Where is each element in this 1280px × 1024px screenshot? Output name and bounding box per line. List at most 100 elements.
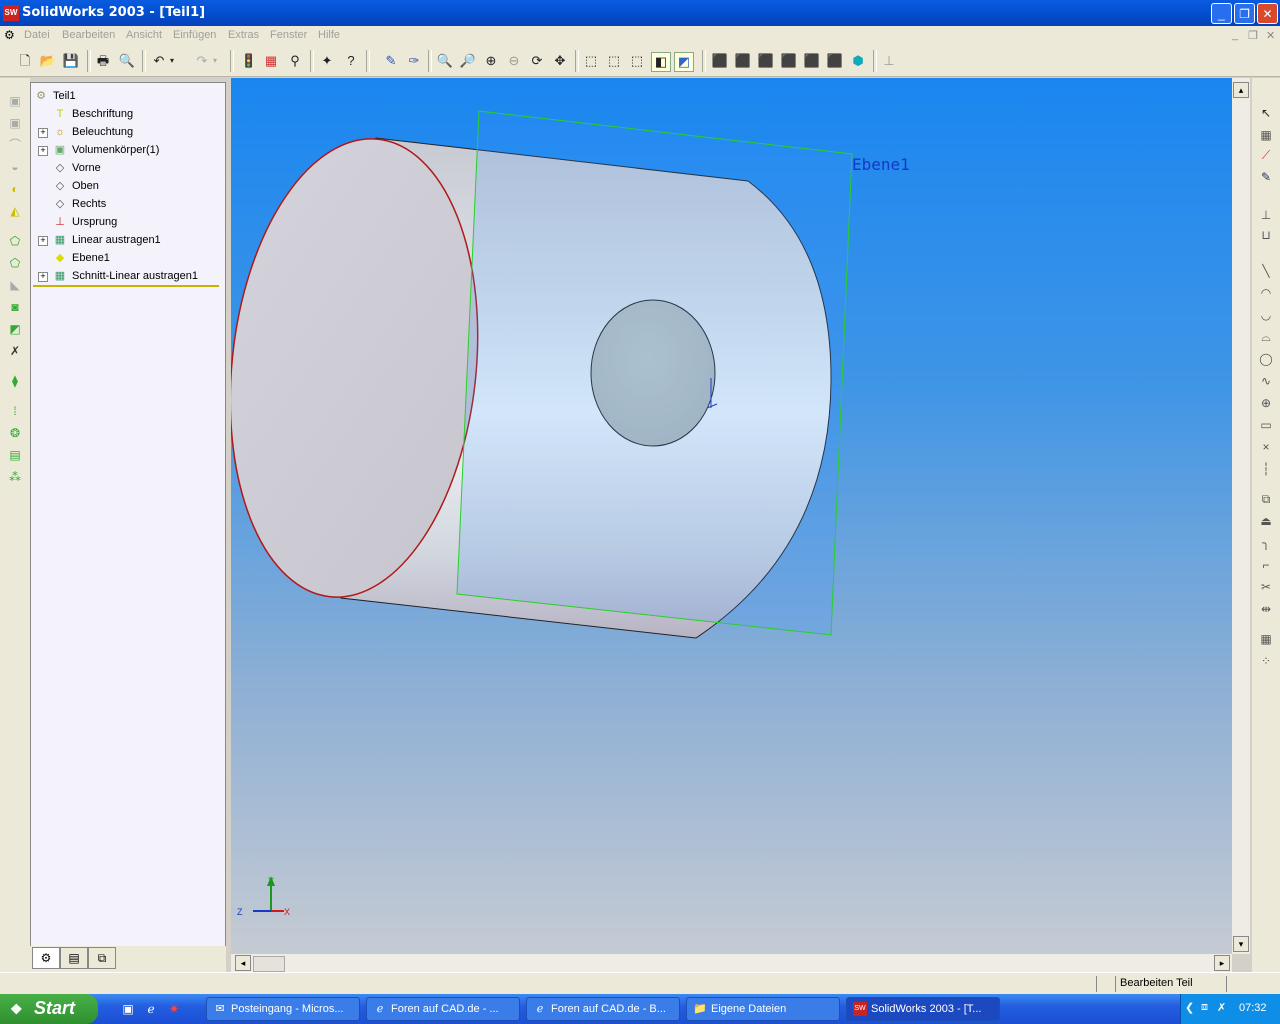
3d-sketch-icon[interactable]: ✑ — [405, 52, 423, 70]
redo-icon[interactable]: ↷ — [193, 52, 211, 70]
zoom-to-fit-icon[interactable]: 🔍 — [436, 52, 454, 70]
zoom-selection-icon[interactable]: ⊖ — [505, 52, 523, 70]
print-icon[interactable]: 🖶 — [94, 52, 112, 70]
scroll-down-icon[interactable]: ▾ — [1233, 936, 1249, 952]
chamfer-icon[interactable]: ◭ — [6, 202, 24, 220]
sweep-icon[interactable]: ⌒ — [6, 136, 24, 154]
menu-tools[interactable]: Extras — [228, 29, 259, 41]
centerpoint-arc-icon[interactable]: ◠ — [1257, 284, 1275, 302]
scroll-thumb[interactable] — [253, 956, 285, 972]
close-button[interactable]: ✕ — [1257, 3, 1278, 24]
taskbar-button[interactable]: ℯ Foren auf CAD.de - B... — [526, 997, 680, 1021]
taskbar-button[interactable]: SW SolidWorks 2003 - [T... — [846, 997, 1000, 1021]
sketch-pattern-icon[interactable]: ⁂ — [6, 468, 24, 486]
rollback-bar[interactable] — [33, 285, 219, 287]
linear-pattern-icon[interactable]: ⁞ — [6, 402, 24, 420]
grid-icon[interactable]: ▦ — [1257, 126, 1275, 144]
sketch-fillet-icon[interactable]: ╮ — [1257, 534, 1275, 552]
isometric-view-icon[interactable]: ⬢ — [849, 52, 867, 70]
menu-file[interactable]: Datei — [24, 29, 50, 41]
revolve-boss-icon[interactable]: ▣ — [6, 114, 24, 132]
open-file-icon[interactable]: 📂 — [39, 52, 57, 70]
extrude-boss-icon[interactable]: ▣ — [6, 92, 24, 110]
taskbar-button[interactable]: ✉ Posteingang - Micros... — [206, 997, 360, 1021]
edit-color-icon[interactable]: ▦ — [262, 52, 280, 70]
trim-icon[interactable]: ✂ — [1257, 578, 1275, 596]
select-filter-icon[interactable]: ⚲ — [286, 52, 304, 70]
tangent-arc-icon[interactable]: ◡ — [1257, 306, 1275, 324]
sketch-chamfer-icon[interactable]: ⌐ — [1257, 556, 1275, 574]
line-icon[interactable]: ╲ — [1257, 262, 1275, 280]
doc-restore-button[interactable]: ❐ — [1248, 29, 1258, 42]
new-file-icon[interactable]: 🗋 — [16, 52, 34, 70]
network-icon[interactable]: ⧈ — [1201, 1001, 1208, 1014]
pan-icon[interactable]: ✥ — [551, 52, 569, 70]
tray-tool-icon[interactable]: ✗ — [1217, 1001, 1226, 1014]
display-relations-icon[interactable]: ⊔ — [1257, 226, 1275, 244]
graphics-viewport[interactable]: Ebene1 Y X Z — [231, 78, 1232, 954]
undo-dropdown-icon[interactable]: ▾ — [167, 52, 177, 70]
top-view-icon[interactable]: ⬛ — [803, 52, 821, 70]
menu-window[interactable]: Fenster — [270, 29, 307, 41]
mirror-sketch-icon[interactable]: ⇹ — [1257, 600, 1275, 618]
shaded-with-edges-icon[interactable]: ◧ — [651, 52, 671, 72]
plane-ebene1[interactable] — [456, 110, 853, 636]
configuration-manager-tab-icon[interactable]: ⧉ — [88, 947, 116, 969]
ellipse-icon[interactable]: ⊕ — [1257, 394, 1275, 412]
back-view-icon[interactable]: ⬛ — [734, 52, 752, 70]
property-manager-tab-icon[interactable]: ▤ — [60, 947, 88, 969]
circular-sketch-pattern-icon[interactable]: ⁘ — [1257, 652, 1275, 670]
ie-quicklaunch-icon[interactable]: ℯ — [143, 1001, 159, 1017]
document-icon[interactable]: ⚙ — [4, 28, 15, 42]
rib-icon[interactable]: ◣ — [6, 276, 24, 294]
shaded-icon[interactable]: ◩ — [674, 52, 694, 72]
bottom-view-icon[interactable]: ⬛ — [826, 52, 844, 70]
rotate-view-icon[interactable]: ⟳ — [528, 52, 546, 70]
loft-icon[interactable]: ◒ — [6, 158, 24, 176]
rectangle-icon[interactable]: ▭ — [1257, 416, 1275, 434]
start-button[interactable]: ❖ Start — [0, 994, 98, 1024]
expand-icon[interactable]: + — [38, 236, 48, 246]
linear-sketch-pattern-icon[interactable]: ▦ — [1257, 630, 1275, 648]
select-pointer-icon[interactable]: ↖ — [1257, 104, 1275, 122]
redo-dropdown-icon[interactable]: ▾ — [210, 52, 220, 70]
taskbar-button[interactable]: 📁 Eigene Dateien — [686, 997, 840, 1021]
sketch-icon[interactable]: ✎ — [382, 52, 400, 70]
restore-button[interactable]: ❐ — [1234, 3, 1255, 24]
convert-entities-icon[interactable]: ⏏ — [1257, 512, 1275, 530]
rebuild-icon[interactable]: 🚦 — [240, 52, 258, 70]
left-view-icon[interactable]: ⬛ — [757, 52, 775, 70]
offset-entities-icon[interactable]: ⧉ — [1257, 490, 1275, 508]
normal-to-icon[interactable]: ⊥ — [880, 52, 898, 70]
help-icon[interactable]: ? — [342, 52, 360, 70]
menu-insert[interactable]: Einfügen — [173, 29, 216, 41]
sketch-pencil-icon[interactable]: ✎ — [1257, 168, 1275, 186]
scroll-left-icon[interactable]: ◂ — [235, 955, 251, 971]
app-quicklaunch-icon[interactable]: ✷ — [166, 1001, 182, 1017]
expand-icon[interactable]: + — [38, 272, 48, 282]
hole-icon[interactable]: ◙ — [6, 298, 24, 316]
front-view-icon[interactable]: ⬛ — [711, 52, 729, 70]
zoom-area-icon[interactable]: 🔎 — [459, 52, 477, 70]
show-desktop-icon[interactable]: ▣ — [120, 1001, 136, 1017]
doc-minimize-button[interactable]: _ — [1232, 29, 1238, 41]
solidworks-app-icon[interactable]: SW — [3, 5, 19, 21]
feature-tree-tab-icon[interactable]: ⚙ — [32, 947, 60, 969]
expand-icon[interactable]: + — [38, 128, 48, 138]
circular-pattern-icon[interactable]: ❂ — [6, 424, 24, 442]
scroll-up-icon[interactable]: ▴ — [1233, 82, 1249, 98]
taskbar-button[interactable]: ℯ Foren auf CAD.de - ... — [366, 997, 520, 1021]
wireframe-icon[interactable]: ⬚ — [582, 52, 600, 70]
hidden-lines-visible-icon[interactable]: ⬚ — [605, 52, 623, 70]
menu-help[interactable]: Hilfe — [318, 29, 340, 41]
vertical-scrollbar[interactable]: ▴ ▾ — [1232, 78, 1250, 954]
horizontal-scrollbar[interactable]: ◂ ▸ — [231, 954, 1232, 972]
model-view[interactable]: Ebene1 Y X Z — [231, 78, 1232, 954]
tray-expand-icon[interactable]: ❮ — [1185, 1001, 1194, 1014]
shell-icon[interactable]: ⬠ — [6, 232, 24, 250]
centerline-icon[interactable]: ┆ — [1257, 460, 1275, 478]
draft-icon[interactable]: ⬠ — [6, 254, 24, 272]
circle-icon[interactable]: ◯ — [1257, 350, 1275, 368]
zoom-in-out-icon[interactable]: ⊕ — [482, 52, 500, 70]
undo-icon[interactable]: ↶ — [150, 52, 168, 70]
